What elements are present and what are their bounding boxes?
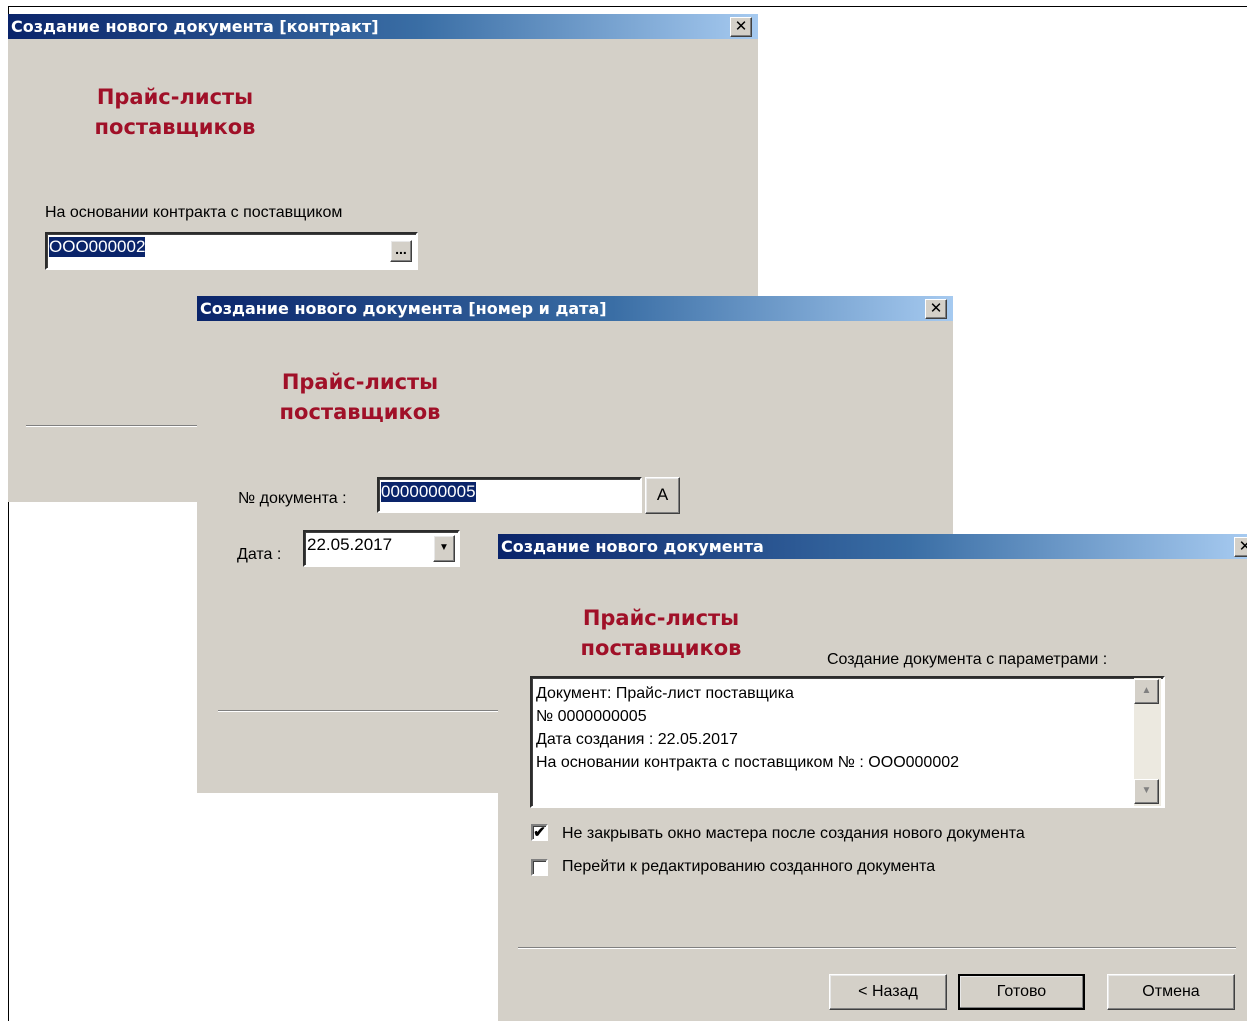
date-label: Дата : [237,546,282,563]
brand-line-1: Прайс-листы [281,370,439,394]
close-icon[interactable]: ✕ [925,299,947,319]
document-number-value: 0000000005 [381,482,476,502]
params-label: Создание документа с параметрами : [827,651,1108,668]
separator [218,710,501,712]
dialog-contract-title: Создание нового документа [контракт] [11,17,379,36]
chevron-down-icon[interactable]: ▼ [433,535,455,562]
brand-title: Прайс-листы поставщиков [255,367,465,427]
contract-value: ООО000002 [49,237,146,257]
scroll-down-icon[interactable]: ▼ [1134,779,1159,804]
brand-line-2: поставщиков [94,115,256,139]
keep-open-checkbox[interactable]: ✔ [531,824,548,841]
params-line: Документ: Прайс-лист поставщика [536,685,794,702]
brand-line-1: Прайс-листы [582,606,740,630]
brand-title: Прайс-листы поставщиков [70,82,280,142]
params-line: На основании контракта с поставщиком № :… [536,754,960,771]
params-text: Документ: Прайс-лист поставщика № 000000… [536,682,959,774]
open-editor-checkbox[interactable] [531,859,548,876]
open-editor-label[interactable]: Перейти к редактированию созданного доку… [562,858,935,876]
params-line: Дата создания : 22.05.2017 [536,731,738,748]
dialog-finish: Создание нового документа ✕ Прайс-листы … [498,534,1247,1021]
dialog-number-date-titlebar[interactable]: Создание нового документа [номер и дата] [197,296,953,321]
close-icon[interactable]: ✕ [1234,537,1247,557]
dialog-contract-titlebar[interactable]: Создание нового документа [контракт] [8,14,758,39]
dialog-finish-title: Создание нового документа [501,537,764,556]
separator [26,425,204,427]
brand-line-1: Прайс-листы [96,85,254,109]
keep-open-label[interactable]: Не закрывать окно мастера после создания… [562,825,1025,843]
contract-field[interactable]: ООО000002 ... [45,232,418,270]
brand-line-2: поставщиков [580,636,742,660]
close-icon[interactable]: ✕ [730,17,752,37]
browse-button[interactable]: ... [390,240,412,262]
scroll-up-icon[interactable]: ▲ [1134,679,1159,704]
dialog-finish-titlebar[interactable]: Создание нового документа [498,534,1247,559]
dialog-number-date-title: Создание нового документа [номер и дата] [200,299,607,318]
cancel-button[interactable]: Отмена [1107,974,1235,1010]
finish-button[interactable]: Готово [958,974,1085,1010]
back-button[interactable]: < Назад [829,974,947,1010]
date-value: 22.05.2017 [307,535,393,554]
auto-number-button[interactable]: А [645,477,680,514]
params-line: № 0000000005 [536,708,647,725]
contract-label: На основании контракта с поставщиком [45,204,343,221]
document-number-label: № документа : [238,490,347,507]
date-picker[interactable]: 22.05.2017 ▼ [303,530,460,567]
brand-title: Прайс-листы поставщиков [556,603,766,663]
brand-line-2: поставщиков [279,400,441,424]
document-number-input[interactable]: 0000000005 [377,477,642,513]
separator [518,947,1236,949]
vertical-scrollbar[interactable]: ▲ ▼ [1134,678,1161,806]
params-textarea[interactable]: Документ: Прайс-лист поставщика № 000000… [530,676,1165,808]
